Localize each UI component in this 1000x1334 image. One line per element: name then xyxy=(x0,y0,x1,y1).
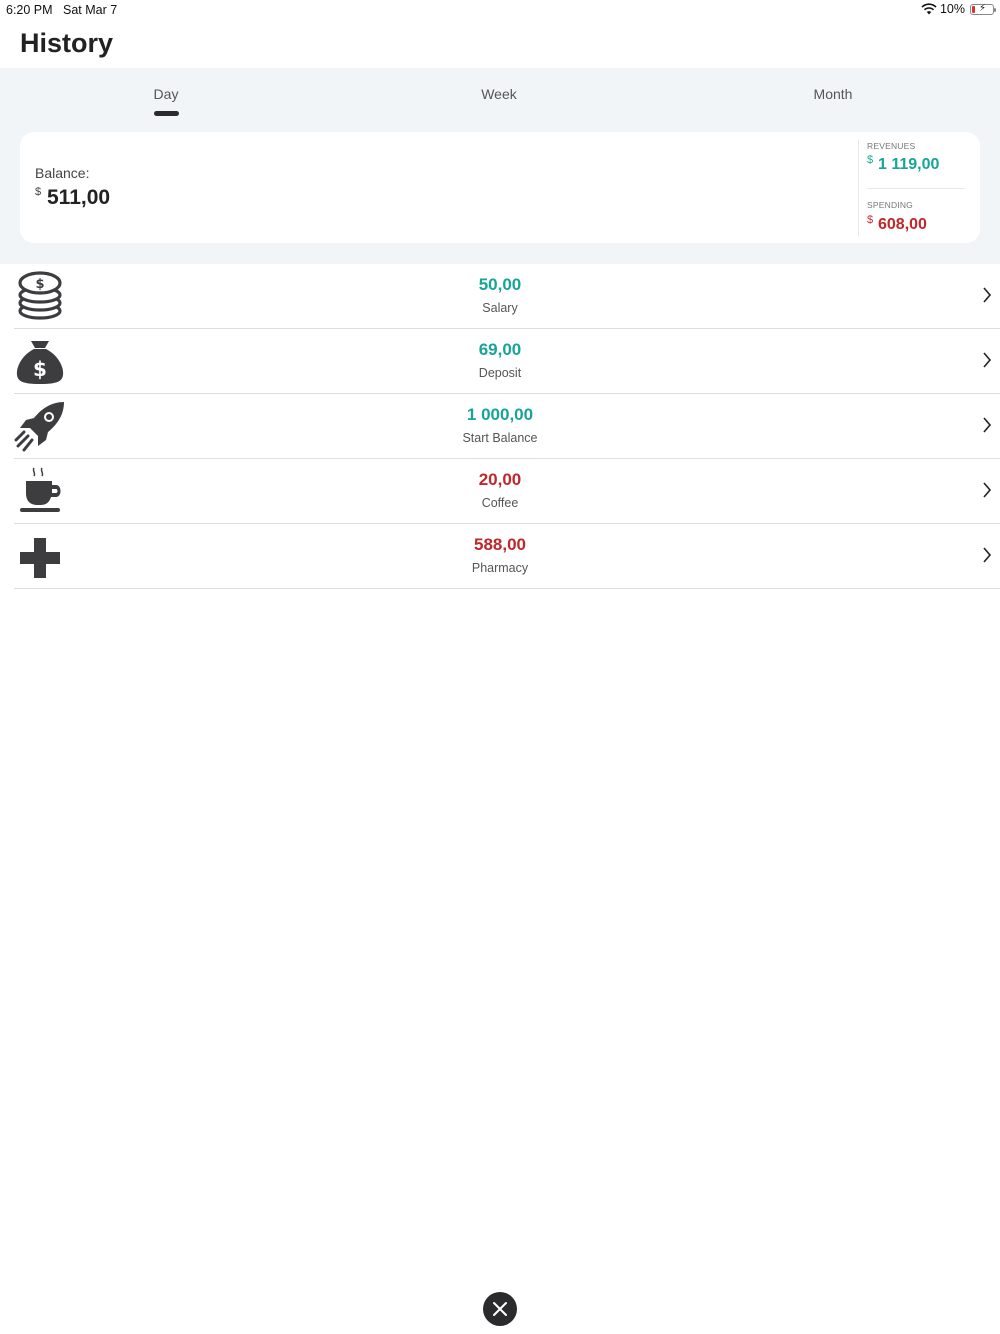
transaction-name: Deposit xyxy=(478,366,522,380)
transaction-amount: 69,00 xyxy=(478,340,522,359)
close-icon xyxy=(493,1302,507,1316)
spending-value: 608,00 xyxy=(878,216,927,233)
transaction-name: Pharmacy xyxy=(471,561,529,575)
balance-card: Balance: $ 511,00 REVENUES $ 1 119,00 SP… xyxy=(20,132,980,243)
revenues-label: REVENUES xyxy=(867,141,916,151)
close-button[interactable] xyxy=(483,1292,517,1326)
wifi-icon xyxy=(921,3,937,15)
battery-percent: 10% xyxy=(939,2,965,16)
status-date: Sat Mar 7 xyxy=(63,3,118,17)
balance-value: 511,00 xyxy=(47,186,111,209)
tab-day[interactable]: Day xyxy=(106,86,226,102)
transaction-row-salary[interactable]: $ 50,00 Salary xyxy=(14,264,1000,329)
chevron-right-icon xyxy=(983,417,992,433)
chevron-right-icon xyxy=(983,482,992,498)
tab-month[interactable]: Month xyxy=(773,86,893,102)
status-bar: 6:20 PM Sat Mar 7 10% ⚡ xyxy=(0,0,1000,20)
selected-tab-indicator xyxy=(154,111,179,116)
chevron-right-icon xyxy=(983,352,992,368)
status-indicators: 10% ⚡ xyxy=(921,2,996,16)
transaction-row-coffee[interactable]: 20,00 Coffee xyxy=(14,459,1000,524)
transaction-name: Coffee xyxy=(481,496,519,510)
battery-icon: ⚡ xyxy=(970,3,996,15)
transaction-amount: 50,00 xyxy=(478,275,522,294)
divider xyxy=(867,188,965,189)
tab-week[interactable]: Week xyxy=(439,86,559,102)
transaction-row-start-balance[interactable]: 1 000,00 Start Balance xyxy=(14,394,1000,459)
transaction-name: Salary xyxy=(482,301,518,315)
revenues-currency: $ xyxy=(867,154,874,166)
transaction-row-deposit[interactable]: $ 69,00 Deposit xyxy=(14,329,1000,394)
spending-currency: $ xyxy=(867,214,874,226)
page-title: History xyxy=(20,28,114,58)
divider xyxy=(858,140,859,236)
transaction-amount: 588,00 xyxy=(474,535,526,554)
chevron-right-icon xyxy=(983,547,992,563)
revenues-value: 1 119,00 xyxy=(878,156,940,173)
status-time: 6:20 PM xyxy=(6,3,53,17)
period-tabs: Day Week Month xyxy=(0,68,1000,128)
transaction-name: Start Balance xyxy=(462,431,538,445)
transaction-row-pharmacy[interactable]: 588,00 Pharmacy xyxy=(14,524,1000,589)
balance-currency: $ xyxy=(35,186,42,198)
summary-panel: Day Week Month Balance: $ 511,00 REVENUE… xyxy=(0,68,1000,264)
balance-label: Balance: xyxy=(35,165,90,181)
chevron-right-icon xyxy=(983,287,992,303)
transaction-list: $ 50,00 Salary $ 69,00 Deposit 1 000,00 … xyxy=(0,264,1000,589)
spending-label: SPENDING xyxy=(867,200,913,210)
transaction-amount: 1 000,00 xyxy=(466,405,534,424)
transaction-amount: 20,00 xyxy=(478,470,522,489)
